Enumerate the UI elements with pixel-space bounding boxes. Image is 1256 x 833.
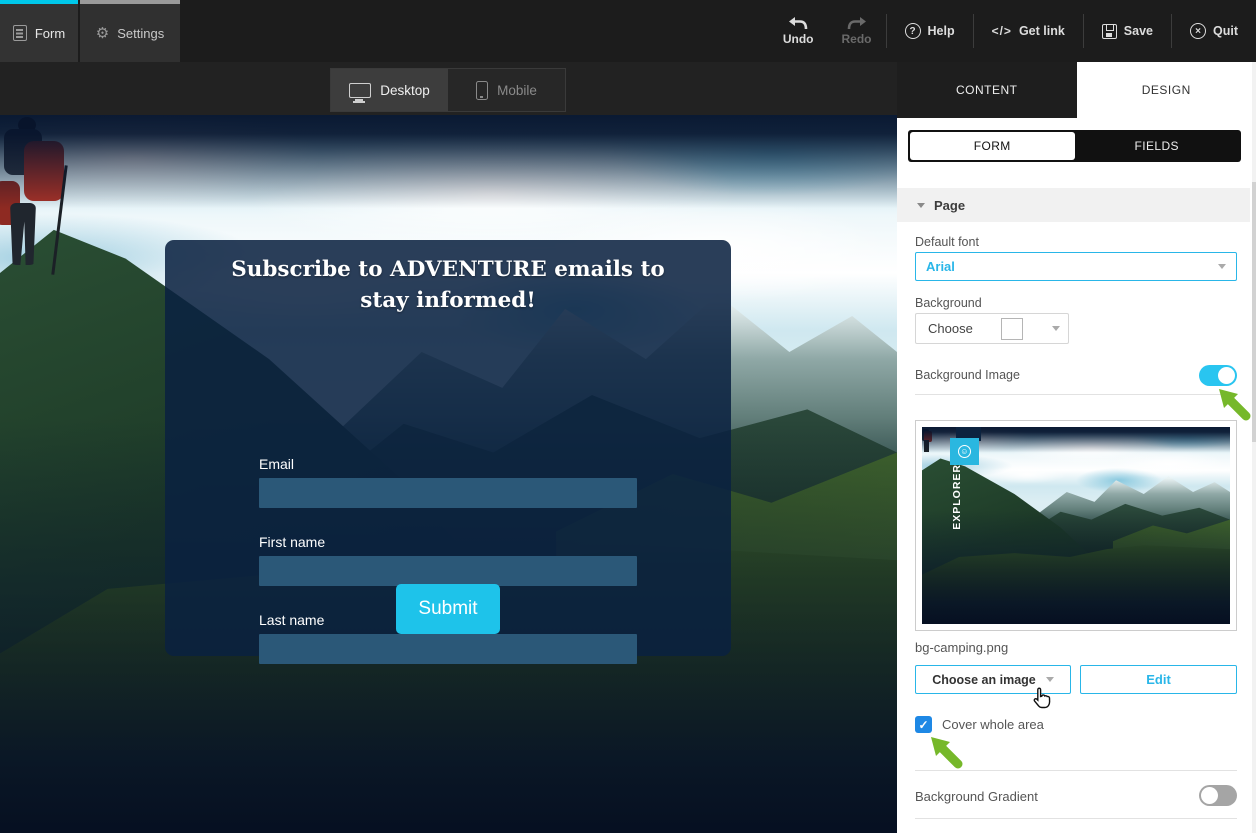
- annotation-arrow-checkbox: [930, 736, 964, 770]
- quit-button[interactable]: × Quit: [1172, 23, 1256, 39]
- undo-button[interactable]: Undo: [769, 16, 828, 46]
- tab-settings[interactable]: ⚙ Settings: [80, 0, 180, 62]
- form-builder-app: Form ⚙ Settings Undo Redo ? Help </> G: [0, 0, 1256, 833]
- mobile-toggle-button[interactable]: Mobile: [448, 69, 565, 111]
- explorer-badge-text: EXPLORER: [951, 464, 963, 530]
- save-button[interactable]: Save: [1084, 24, 1171, 39]
- subscribe-form-panel[interactable]: Subscribe to ADVENTURE emails to stay in…: [165, 240, 731, 656]
- default-font-value: Arial: [926, 259, 955, 274]
- toggle-knob: [1218, 367, 1235, 384]
- desktop-icon: [349, 83, 371, 98]
- help-icon: ?: [905, 23, 921, 39]
- redo-icon: [847, 16, 867, 30]
- background-choose-label: Choose: [928, 321, 973, 336]
- redo-button[interactable]: Redo: [828, 16, 886, 46]
- top-toolbar: Form ⚙ Settings Undo Redo ? Help </> G: [0, 0, 1256, 62]
- background-gradient-toggle[interactable]: [1199, 785, 1237, 806]
- scrollbar-thumb[interactable]: [1252, 182, 1256, 442]
- help-button[interactable]: ? Help: [887, 23, 973, 39]
- background-label: Background: [915, 296, 982, 310]
- subtab-form[interactable]: FORM: [910, 132, 1075, 160]
- divider: [915, 818, 1237, 819]
- chevron-down-icon: [1052, 326, 1060, 331]
- save-icon: [1102, 24, 1117, 39]
- quit-icon: ×: [1190, 23, 1206, 39]
- tab-design[interactable]: DESIGN: [1077, 62, 1256, 118]
- design-sidebar: CONTENT DESIGN FORM FIELDS Page Default …: [897, 62, 1256, 833]
- cover-whole-area-checkbox[interactable]: ✓: [915, 716, 932, 733]
- background-color-picker[interactable]: Choose: [915, 313, 1069, 344]
- tab-settings-label: Settings: [117, 26, 164, 41]
- tab-content[interactable]: CONTENT: [897, 62, 1077, 118]
- collapse-arrow-icon: [917, 203, 925, 208]
- mobile-icon: [476, 81, 488, 100]
- background-gradient-label: Background Gradient: [915, 789, 1038, 804]
- cover-whole-area-option: ✓ Cover whole area: [915, 716, 1044, 733]
- action-toolbar: Undo Redo ? Help </> Get link Save: [769, 0, 1256, 62]
- desktop-toggle-button[interactable]: Desktop: [331, 69, 448, 111]
- form-icon: [13, 25, 27, 41]
- preview-mode-bar: Desktop Mobile: [0, 62, 897, 115]
- first-name-input[interactable]: [259, 556, 637, 586]
- last-name-input[interactable]: [259, 634, 637, 664]
- last-name-field-label: Last name: [259, 612, 324, 628]
- chevron-down-icon: [1046, 677, 1054, 682]
- divider: [915, 394, 1237, 395]
- submit-button[interactable]: Submit: [396, 584, 500, 634]
- annotation-arrow-toggle: [1218, 388, 1252, 422]
- default-font-label: Default font: [915, 235, 979, 249]
- divider: [915, 770, 1237, 771]
- first-name-field-label: First name: [259, 534, 325, 550]
- page-section-title: Page: [934, 198, 965, 213]
- get-link-button[interactable]: </> Get link: [974, 24, 1083, 38]
- edit-image-button[interactable]: Edit: [1080, 665, 1237, 694]
- gear-icon: ⚙: [96, 26, 109, 41]
- sidebar-tabs: CONTENT DESIGN: [897, 62, 1256, 118]
- form-title: Subscribe to ADVENTURE emails to stay in…: [165, 240, 731, 316]
- form-preview-canvas[interactable]: Subscribe to ADVENTURE emails to stay in…: [0, 115, 897, 833]
- background-image-toggle[interactable]: [1199, 365, 1237, 386]
- page-section-header[interactable]: Page: [897, 188, 1250, 222]
- explorer-badge-icon: ☺: [950, 438, 979, 466]
- background-image-thumbnail[interactable]: ☺ EXPLORER: [915, 420, 1237, 631]
- form-fields-switch: FORM FIELDS: [908, 130, 1241, 162]
- undo-icon: [788, 16, 808, 30]
- mouse-cursor-hand: [1030, 686, 1054, 712]
- sidebar-scrollbar[interactable]: [1252, 62, 1256, 833]
- email-field-label: Email: [259, 456, 294, 472]
- toggle-knob: [1201, 787, 1218, 804]
- color-swatch: [1001, 318, 1023, 340]
- default-font-select[interactable]: Arial: [915, 252, 1237, 281]
- background-image-label: Background Image: [915, 368, 1020, 382]
- subtab-fields[interactable]: FIELDS: [1075, 132, 1240, 160]
- device-toggle: Desktop Mobile: [330, 68, 566, 112]
- chevron-down-icon: [1218, 264, 1226, 269]
- background-image-filename: bg-camping.png: [915, 640, 1008, 655]
- tab-form[interactable]: Form: [0, 0, 78, 62]
- code-icon: </>: [992, 24, 1012, 38]
- email-input[interactable]: [259, 478, 637, 508]
- cover-whole-area-label: Cover whole area: [942, 717, 1044, 732]
- tab-form-label: Form: [35, 26, 65, 41]
